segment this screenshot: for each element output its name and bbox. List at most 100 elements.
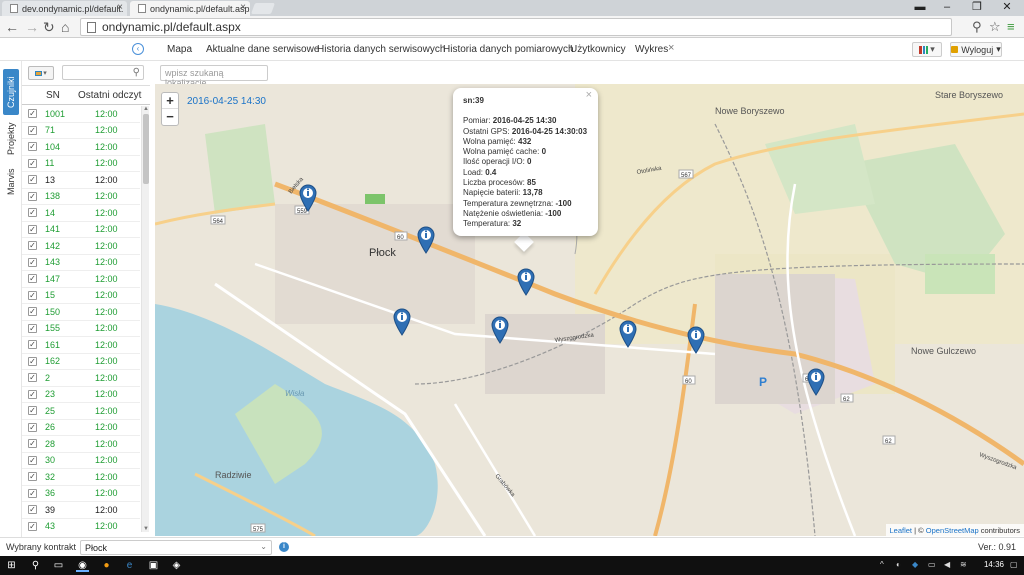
- sensor-checkbox[interactable]: ✓: [28, 175, 37, 185]
- sensor-checkbox[interactable]: ✓: [28, 356, 37, 366]
- sensor-row[interactable]: ✓ 26 12:00: [22, 420, 140, 436]
- back-icon[interactable]: ←: [5, 18, 19, 36]
- sensor-checkbox[interactable]: ✓: [28, 323, 37, 333]
- close-tab-icon[interactable]: ×: [117, 2, 123, 13]
- browser-menu-icon[interactable]: ≡: [1007, 18, 1015, 36]
- task-view-icon[interactable]: ▭: [52, 559, 65, 572]
- network-icon[interactable]: ◐: [896, 560, 901, 569]
- sensor-row[interactable]: ✓ 2 12:00: [22, 370, 140, 387]
- sensor-checkbox[interactable]: ✓: [28, 307, 37, 317]
- sensor-checkbox[interactable]: ✓: [28, 208, 37, 218]
- sensor-row[interactable]: ✓ 30 12:00: [22, 453, 140, 469]
- sensor-row[interactable]: ✓ 142 12:00: [22, 238, 140, 255]
- contract-select[interactable]: Płock ⌄: [80, 540, 272, 555]
- store-icon[interactable]: ▣: [147, 559, 160, 572]
- sensor-checkbox[interactable]: ✓: [28, 241, 37, 251]
- sensor-row[interactable]: ✓ 28 12:00: [22, 436, 140, 453]
- sensor-table-scrollbar[interactable]: ▲ ▼: [141, 106, 149, 532]
- extension-icon[interactable]: ⚲: [972, 18, 982, 36]
- sensor-row[interactable]: ✓ 13 12:00: [22, 172, 140, 189]
- sensor-row[interactable]: ✓ 1001 12:00: [22, 106, 140, 123]
- sensor-marker-icon[interactable]: [417, 226, 435, 254]
- sensor-row[interactable]: ✓ 138 12:00: [22, 189, 140, 205]
- search-icon[interactable]: ⚲: [29, 559, 42, 572]
- maximize-icon[interactable]: ❐: [962, 0, 992, 15]
- sensor-checkbox[interactable]: ✓: [28, 109, 37, 119]
- chrome-icon[interactable]: ◉: [76, 559, 89, 572]
- sensor-marker-icon[interactable]: [687, 326, 705, 354]
- volume-icon[interactable]: ◀: [944, 560, 950, 569]
- sensor-row[interactable]: ✓ 150 12:00: [22, 304, 140, 321]
- scrollbar-thumb[interactable]: [143, 114, 149, 184]
- sensor-checkbox[interactable]: ✓: [28, 488, 37, 498]
- sensor-marker-icon[interactable]: [807, 368, 825, 396]
- tab-projekty[interactable]: Projekty: [3, 121, 19, 157]
- close-popup-icon[interactable]: ×: [586, 89, 592, 100]
- sensor-row[interactable]: ✓ 39 12:00: [22, 502, 140, 519]
- sensor-checkbox[interactable]: ✓: [28, 257, 37, 267]
- openstreetmap-link[interactable]: OpenStreetMap: [926, 526, 979, 535]
- sensor-row[interactable]: ✓ 155 12:00: [22, 321, 140, 337]
- sensor-row[interactable]: ✓ 32 12:00: [22, 469, 140, 486]
- zoom-out-button[interactable]: −: [162, 109, 178, 125]
- sensor-row[interactable]: ✓ 162 12:00: [22, 354, 140, 370]
- sensor-checkbox[interactable]: ✓: [28, 125, 37, 135]
- location-search-input[interactable]: wpisz szukaną lokalizację: [160, 65, 268, 88]
- sensor-checkbox[interactable]: ✓: [28, 422, 37, 432]
- sensor-checkbox[interactable]: ✓: [28, 455, 37, 465]
- map-view[interactable]: Płock Stare Boryszewo Nowe Boryszewo Now…: [155, 84, 1024, 536]
- zoom-in-button[interactable]: +: [162, 93, 178, 109]
- address-bar[interactable]: ondynamic.pl/default.aspx: [80, 18, 952, 36]
- info-icon[interactable]: i: [279, 542, 289, 552]
- notifications-icon[interactable]: ▢: [1010, 560, 1018, 569]
- windows-start-icon[interactable]: ⊞: [5, 559, 18, 572]
- sensor-checkbox[interactable]: ✓: [28, 191, 37, 201]
- sensor-checkbox[interactable]: ✓: [28, 505, 37, 515]
- sensor-marker-icon[interactable]: [517, 268, 535, 296]
- sensor-marker-icon[interactable]: [619, 320, 637, 348]
- menu-historia-danych-serwisowych[interactable]: Historia danych serwisowych: [317, 44, 445, 55]
- browser-tab-dev[interactable]: dev.ondynamic.pl/default. ×: [2, 1, 127, 16]
- bookmark-star-icon[interactable]: ☆: [989, 18, 1001, 36]
- close-tab-icon[interactable]: ×: [240, 2, 246, 13]
- browser-tab-active[interactable]: ondynamic.pl/default.aspx ×: [130, 1, 250, 16]
- sensor-checkbox[interactable]: ✓: [28, 472, 37, 482]
- menu-mapa[interactable]: Mapa: [167, 44, 192, 55]
- column-header-sn[interactable]: SN: [46, 90, 60, 101]
- dropbox-icon[interactable]: ◆: [912, 560, 918, 569]
- sensor-checkbox[interactable]: ✓: [28, 389, 37, 399]
- tray-chevron-icon[interactable]: ^: [880, 560, 884, 569]
- sensor-checkbox[interactable]: ✓: [28, 439, 37, 449]
- edge-icon[interactable]: e: [123, 559, 136, 572]
- sensor-row[interactable]: ✓ 11 12:00: [22, 156, 140, 172]
- sensor-row[interactable]: ✓ 161 12:00: [22, 337, 140, 354]
- sensor-checkbox[interactable]: ✓: [28, 373, 37, 383]
- new-tab-button[interactable]: [250, 3, 276, 14]
- menu-wykres[interactable]: Wykres: [635, 44, 668, 55]
- sensor-row[interactable]: ✓ 25 12:00: [22, 403, 140, 420]
- sensor-checkbox[interactable]: ✓: [28, 340, 37, 350]
- column-header-last-reading[interactable]: Ostatni odczyt: [78, 90, 141, 101]
- sensor-checkbox[interactable]: ✓: [28, 406, 37, 416]
- user-icon[interactable]: ▬: [905, 0, 935, 15]
- forward-icon[interactable]: →: [25, 18, 39, 36]
- app-icon[interactable]: ◈: [170, 559, 183, 572]
- sensor-row[interactable]: ✓ 141 12:00: [22, 222, 140, 238]
- sensor-checkbox[interactable]: ✓: [28, 224, 37, 234]
- sensor-row[interactable]: ✓ 71 12:00: [22, 123, 140, 139]
- sensor-row[interactable]: ✓ 15 12:00: [22, 288, 140, 304]
- taskbar-clock[interactable]: 14:36: [984, 560, 1004, 569]
- sensor-marker-icon[interactable]: [299, 184, 317, 212]
- menu-historia-danych-pomiarowych[interactable]: Historia danych pomiarowych: [443, 44, 574, 55]
- sensor-row[interactable]: ✓ 104 12:00: [22, 139, 140, 156]
- sensor-row[interactable]: ✓ 36 12:00: [22, 486, 140, 502]
- collapse-sidebar-icon[interactable]: ‹: [132, 43, 144, 55]
- sensor-row[interactable]: ✓ 43 12:00: [22, 519, 140, 533]
- sensor-row[interactable]: ✓ 14 12:00: [22, 205, 140, 222]
- sensor-marker-icon[interactable]: [393, 308, 411, 336]
- sensor-checkbox[interactable]: ✓: [28, 142, 37, 152]
- sensor-row[interactable]: ✓ 147 12:00: [22, 271, 140, 288]
- close-menu-icon[interactable]: ×: [668, 42, 674, 54]
- wifi-icon[interactable]: ≋: [960, 560, 967, 569]
- tab-czujniki[interactable]: Czujniki: [3, 69, 19, 115]
